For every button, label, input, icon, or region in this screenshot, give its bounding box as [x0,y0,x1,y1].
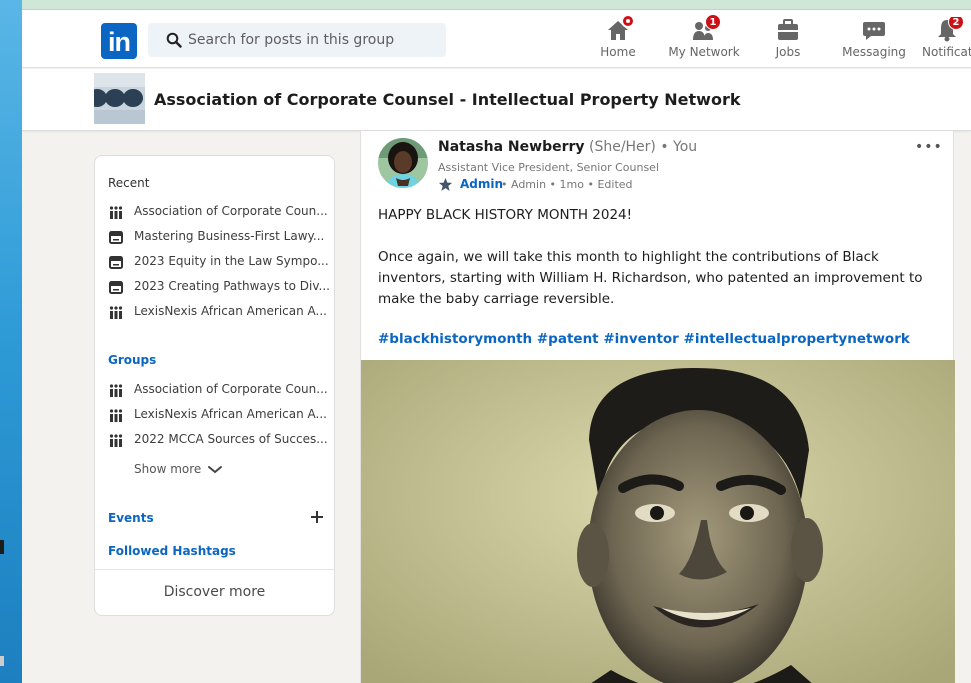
search-input[interactable] [188,23,438,57]
group-item[interactable]: Association of Corporate Coun... [109,382,329,400]
network-icon: 1 [691,14,721,43]
group-icon [109,206,123,219]
group-sidebar: Recent Association of Corporate Coun... … [94,155,335,616]
nav-messaging-label: Messaging [842,45,906,59]
nav-jobs-label: Jobs [775,45,801,59]
post-card: Natasha Newberry (She/Her) • You Assista… [360,131,955,683]
recent-item[interactable]: LexisNexis African American A... [109,304,329,322]
events-link[interactable]: Events [108,511,154,525]
nav-notifications[interactable]: 2 Notificat [922,17,971,65]
group-item-label: LexisNexis African American A... [134,407,327,421]
group-icon [109,409,123,422]
desktop-edge-mark [0,540,4,554]
group-logo[interactable] [94,73,145,124]
plus-icon[interactable] [309,509,325,525]
event-icon [109,281,123,294]
post-hashtags[interactable]: #blackhistorymonth #patent #inventor #in… [378,331,910,347]
event-icon [109,231,123,244]
nav-messaging[interactable]: Messaging [840,17,908,65]
sidebar-divider [95,569,334,570]
messaging-icon [861,17,887,43]
desktop-background [0,0,22,683]
group-title[interactable]: Association of Corporate Counsel - Intel… [154,90,740,109]
post-text: HAPPY BLACK HISTORY MONTH 2024! Once aga… [378,205,938,331]
browser-window: in Home [22,0,971,683]
recent-item[interactable]: 2023 Creating Pathways to Div... [109,279,329,297]
show-more-label: Show more [134,462,202,476]
post-paragraph: Once again, we will take this month to h… [378,249,923,307]
more-options-icon[interactable]: ••• [915,139,943,155]
group-icon [109,384,123,397]
linkedin-logo[interactable]: in [101,23,137,59]
admin-badge: Admin [460,177,504,191]
group-icon [109,434,123,447]
author-name[interactable]: Natasha Newberry [438,139,585,155]
network-badge: 1 [705,14,721,30]
avatar[interactable] [378,138,428,188]
desktop-edge-mark [0,656,4,666]
briefcase-icon [775,17,801,43]
event-icon [109,256,123,269]
recent-item-label: 2023 Creating Pathways to Div... [134,279,329,293]
group-icon [109,306,123,319]
nav-my-network-label: My Network [668,45,740,59]
group-item-label: 2022 MCCA Sources of Succes... [134,432,328,446]
nav-home[interactable]: Home [596,14,640,65]
global-nav: in Home [22,10,971,68]
nav-notifications-label: Notificat [922,45,971,59]
nav-jobs[interactable]: Jobs [768,17,808,65]
author-pronouns: (She/Her) • You [584,139,698,155]
star-icon [438,177,453,191]
show-more-button[interactable]: Show more [134,462,223,476]
author-headline: Assistant Vice President, Senior Counsel [438,161,659,174]
group-item-label: Association of Corporate Coun... [134,382,328,396]
recent-item-label: LexisNexis African American A... [134,304,327,318]
group-item[interactable]: 2022 MCCA Sources of Succes... [109,432,329,450]
post-paragraph: HAPPY BLACK HISTORY MONTH 2024! [378,207,633,223]
recent-item[interactable]: Association of Corporate Coun... [109,204,329,222]
group-item[interactable]: LexisNexis African American A... [109,407,329,425]
nav-home-label: Home [600,45,636,59]
nav-my-network[interactable]: 1 My Network [666,14,742,65]
recent-item[interactable]: 2023 Equity in the Law Sympo... [109,254,329,272]
post-image[interactable] [361,360,955,683]
notifications-badge: 2 [948,17,964,30]
chevron-down-icon [208,465,223,473]
browser-top-strip [22,0,971,10]
author-line: Natasha Newberry (She/Her) • You [438,139,697,155]
bell-icon: 2 [934,17,964,43]
recent-item-label: Mastering Business-First Lawy... [134,229,325,243]
group-header: Association of Corporate Counsel - Intel… [22,69,971,131]
search-icon [166,32,182,48]
recent-item-label: Association of Corporate Coun... [134,204,328,218]
recent-item-label: 2023 Equity in the Law Sympo... [134,254,329,268]
home-icon [605,14,635,43]
recent-heading: Recent [108,176,150,190]
post-timestamp: • Admin • 1mo • Edited [501,178,633,191]
recent-item[interactable]: Mastering Business-First Lawy... [109,229,329,247]
home-notification-dot [621,14,635,28]
followed-hashtags-link[interactable]: Followed Hashtags [108,544,236,558]
groups-heading[interactable]: Groups [108,353,156,367]
search-box[interactable] [148,23,446,57]
discover-more-button[interactable]: Discover more [95,584,334,600]
